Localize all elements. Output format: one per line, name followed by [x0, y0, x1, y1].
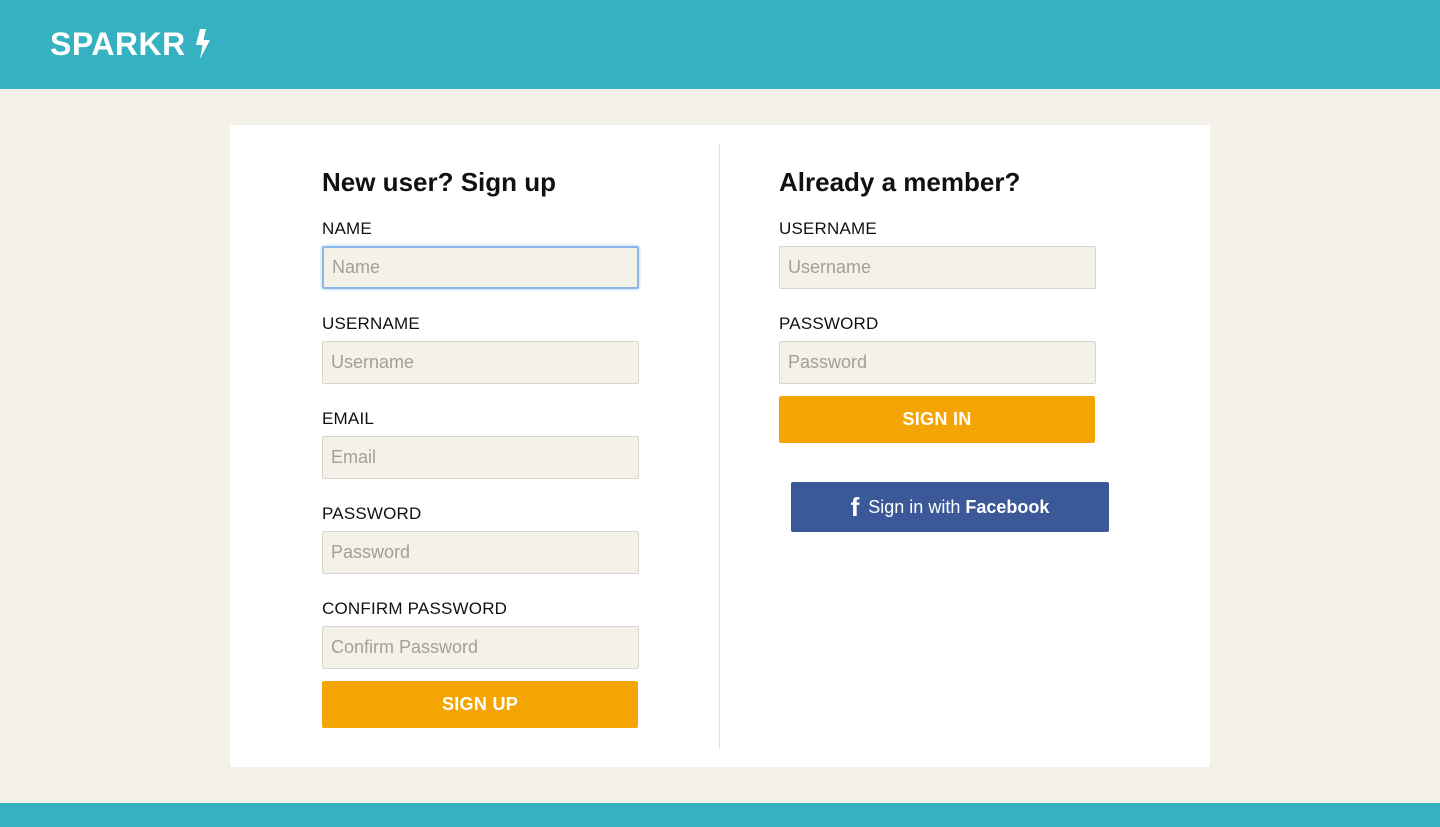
signin-password-input[interactable]: [779, 341, 1096, 384]
lightning-bolt-icon: [194, 28, 212, 60]
signin-heading: Already a member?: [779, 167, 1021, 197]
email-label: EMAIL: [322, 409, 375, 428]
signin-username-label: USERNAME: [779, 219, 877, 238]
section-divider: [719, 143, 720, 749]
signup-username-input[interactable]: [322, 341, 639, 384]
facebook-button-prefix: Sign in with: [868, 496, 961, 517]
facebook-button-brand: Facebook: [965, 496, 1050, 517]
sign-up-button[interactable]: SIGN UP: [322, 681, 638, 728]
confirm-password-label: CONFIRM PASSWORD: [322, 599, 508, 618]
top-bar: SPARKR: [0, 0, 1440, 89]
facebook-sign-in-button[interactable]: f Sign in with Facebook: [791, 482, 1109, 532]
signup-username-label: USERNAME: [322, 314, 420, 333]
confirm-password-input[interactable]: [322, 626, 639, 669]
signup-password-input[interactable]: [322, 531, 639, 574]
auth-card: New user? Sign up NAME USERNAME EMAIL PA…: [230, 125, 1210, 767]
signin-username-input[interactable]: [779, 246, 1096, 289]
signup-password-label: PASSWORD: [322, 504, 422, 523]
bottom-bar: [0, 803, 1440, 827]
email-input[interactable]: [322, 436, 639, 479]
name-label: NAME: [322, 219, 372, 238]
sign-in-button[interactable]: SIGN IN: [779, 396, 1095, 443]
facebook-icon: f: [850, 492, 860, 522]
signin-password-label: PASSWORD: [779, 314, 879, 333]
logo[interactable]: SPARKR: [50, 24, 212, 64]
name-input[interactable]: [322, 246, 639, 289]
signup-heading: New user? Sign up: [322, 167, 557, 197]
logo-text: SPARKR: [50, 25, 186, 62]
